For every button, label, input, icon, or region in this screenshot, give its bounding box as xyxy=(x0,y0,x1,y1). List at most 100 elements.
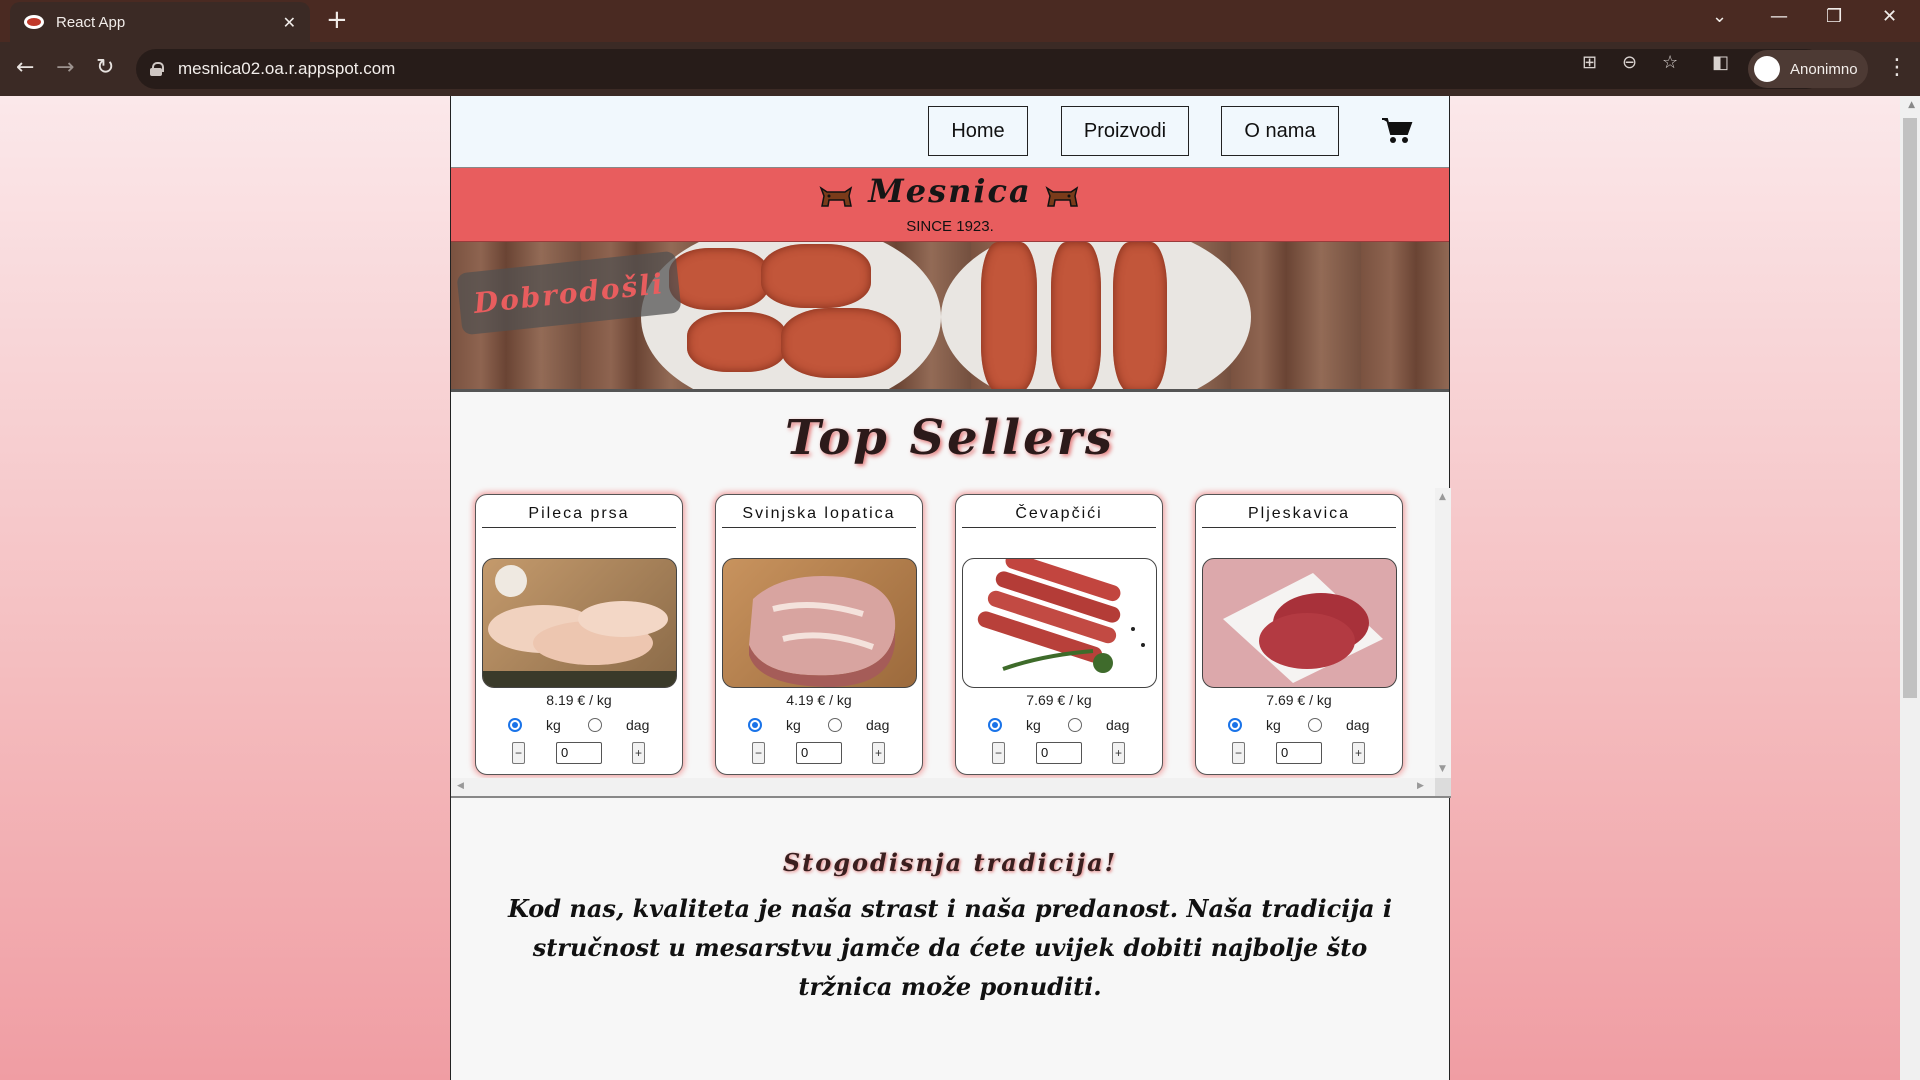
increment-button[interactable]: + xyxy=(1352,742,1365,764)
increment-button[interactable]: + xyxy=(1112,742,1125,764)
translate-icon[interactable]: ⊞ xyxy=(1582,52,1597,73)
quantity-input[interactable]: 0 xyxy=(1036,742,1082,764)
top-sellers-title: Top Sellers xyxy=(784,410,1116,466)
quantity-stepper: − 0 + xyxy=(956,740,1162,764)
zoom-icon[interactable]: ⊖ xyxy=(1622,52,1637,73)
browser-titlebar: React App ✕ + ⌄ — ❐ ✕ xyxy=(0,0,1920,42)
unit-label-kg: kg xyxy=(786,717,801,733)
unit-selector: kg dag xyxy=(716,715,922,735)
scroll-right-arrow-icon[interactable]: ▶ xyxy=(1417,781,1424,791)
product-card: Svinjska lopatica 4.19 € / kg kg dag − 0… xyxy=(715,494,923,775)
new-tab-icon[interactable]: + xyxy=(326,7,348,33)
scrollbar-corner xyxy=(1435,778,1451,796)
profile-label: Anonimno xyxy=(1790,60,1858,78)
scroll-down-arrow-icon[interactable]: ▼ xyxy=(1439,764,1446,774)
unit-radio-kg[interactable] xyxy=(1228,718,1242,732)
tab-search-chevron-icon[interactable]: ⌄ xyxy=(1712,6,1727,27)
meat-image xyxy=(1113,242,1167,389)
unit-radio-dag[interactable] xyxy=(588,718,602,732)
product-price: 8.19 € / kg xyxy=(546,692,612,708)
carousel-horizontal-scrollbar[interactable]: ◀ ▶ xyxy=(451,778,1435,796)
browser-tab[interactable]: React App ✕ xyxy=(10,2,310,42)
site-navbar: Home Proizvodi O nama xyxy=(451,96,1449,168)
product-card: Pileca prsa 8.19 € / kg kg dag − 0 + xyxy=(475,494,683,775)
page-vertical-scrollbar[interactable]: ▲ xyxy=(1900,96,1920,1080)
unit-label-dag: dag xyxy=(1346,717,1370,733)
restore-icon[interactable]: ❐ xyxy=(1826,6,1842,27)
unit-label-kg: kg xyxy=(546,717,561,733)
reload-icon[interactable]: ↻ xyxy=(96,56,114,80)
carousel-vertical-scrollbar[interactable]: ▲ ▼ xyxy=(1435,488,1451,778)
quantity-input[interactable]: 0 xyxy=(1276,742,1322,764)
product-image-pork-shoulder xyxy=(722,558,917,688)
unit-radio-kg[interactable] xyxy=(988,718,1002,732)
tab-close-icon[interactable]: ✕ xyxy=(283,13,296,32)
product-name: Pileca prsa xyxy=(482,505,676,528)
side-panel-icon[interactable]: ◧ xyxy=(1712,52,1729,73)
tab-title: React App xyxy=(56,13,126,31)
product-image-pljeskavica xyxy=(1202,558,1397,688)
unit-selector: kg dag xyxy=(476,715,682,735)
increment-button[interactable]: + xyxy=(632,742,645,764)
url-text[interactable]: mesnica02.oa.r.appspot.com xyxy=(178,59,395,79)
quantity-stepper: − 0 + xyxy=(716,740,922,764)
decrement-button[interactable]: − xyxy=(512,742,525,764)
scroll-up-arrow-icon[interactable]: ▲ xyxy=(1908,100,1915,110)
unit-label-dag: dag xyxy=(866,717,890,733)
product-name: Svinjska lopatica xyxy=(722,505,916,528)
unit-radio-dag[interactable] xyxy=(1068,718,1082,732)
bull-icon xyxy=(1045,186,1079,207)
top-sellers-carousel[interactable]: Pileca prsa 8.19 € / kg kg dag − 0 + Svi… xyxy=(451,488,1451,798)
product-image-chicken-breast xyxy=(482,558,677,688)
product-cards: Pileca prsa 8.19 € / kg kg dag − 0 + Svi… xyxy=(475,494,1435,779)
nav-home[interactable]: Home xyxy=(928,106,1028,156)
decrement-button[interactable]: − xyxy=(992,742,1005,764)
nav-o-nama[interactable]: O nama xyxy=(1221,106,1339,156)
tradition-title: Stogodisnja tradicija! xyxy=(782,848,1118,877)
product-price: 4.19 € / kg xyxy=(786,692,852,708)
increment-button[interactable]: + xyxy=(872,742,885,764)
brand-banner: Mesnica SINCE 1923. xyxy=(451,168,1449,242)
lock-icon[interactable] xyxy=(150,62,164,76)
unit-radio-kg[interactable] xyxy=(508,718,522,732)
quantity-input[interactable]: 0 xyxy=(556,742,602,764)
unit-label-dag: dag xyxy=(1106,717,1130,733)
unit-label-dag: dag xyxy=(626,717,650,733)
back-icon[interactable]: ← xyxy=(16,56,34,80)
product-name: Pljeskavica xyxy=(1202,505,1396,528)
decrement-button[interactable]: − xyxy=(1232,742,1245,764)
decrement-button[interactable]: − xyxy=(752,742,765,764)
unit-label-kg: kg xyxy=(1026,717,1041,733)
quantity-stepper: − 0 + xyxy=(476,740,682,764)
scrollbar-thumb[interactable] xyxy=(1903,118,1917,698)
profile-button[interactable]: Anonimno xyxy=(1748,50,1868,88)
unit-radio-dag[interactable] xyxy=(828,718,842,732)
meat-image xyxy=(669,248,769,310)
nav-proizvodi[interactable]: Proizvodi xyxy=(1061,106,1189,156)
scroll-up-arrow-icon[interactable]: ▲ xyxy=(1439,492,1446,502)
product-card: Pljeskavica 7.69 € / kg kg dag − 0 + xyxy=(1195,494,1403,775)
bookmark-star-icon[interactable]: ☆ xyxy=(1662,52,1678,73)
tradition-text: Kod nas, kvaliteta je naša strast i naša… xyxy=(507,894,1393,1001)
product-name: Čevapčići xyxy=(962,505,1156,528)
product-card: Čevapčići 7.69 € / kg kg dag − 0 + xyxy=(955,494,1163,775)
page-container: Home Proizvodi O nama Mesnica SINCE 1923… xyxy=(450,96,1451,1080)
forward-icon[interactable]: → xyxy=(56,56,74,80)
brand-since: SINCE 1923. xyxy=(906,218,994,235)
quantity-input[interactable]: 0 xyxy=(796,742,842,764)
minimize-icon[interactable]: — xyxy=(1770,6,1788,27)
address-bar[interactable]: mesnica02.oa.r.appspot.com xyxy=(136,49,1826,89)
close-window-icon[interactable]: ✕ xyxy=(1882,6,1897,27)
page-viewport: Home Proizvodi O nama Mesnica SINCE 1923… xyxy=(0,96,1920,1080)
unit-radio-kg[interactable] xyxy=(748,718,762,732)
cart-icon[interactable] xyxy=(1381,116,1413,144)
meat-image xyxy=(981,242,1037,389)
unit-selector: kg dag xyxy=(956,715,1162,735)
product-image-cevapcici xyxy=(962,558,1157,688)
product-price: 7.69 € / kg xyxy=(1026,692,1092,708)
welcome-text: Dobrodošli xyxy=(472,266,666,320)
unit-radio-dag[interactable] xyxy=(1308,718,1322,732)
scroll-left-arrow-icon[interactable]: ◀ xyxy=(457,781,464,791)
browser-menu-icon[interactable]: ⋮ xyxy=(1886,55,1908,80)
tradition-section: Stogodisnja tradicija! Kod nas, kvalitet… xyxy=(451,848,1449,1006)
